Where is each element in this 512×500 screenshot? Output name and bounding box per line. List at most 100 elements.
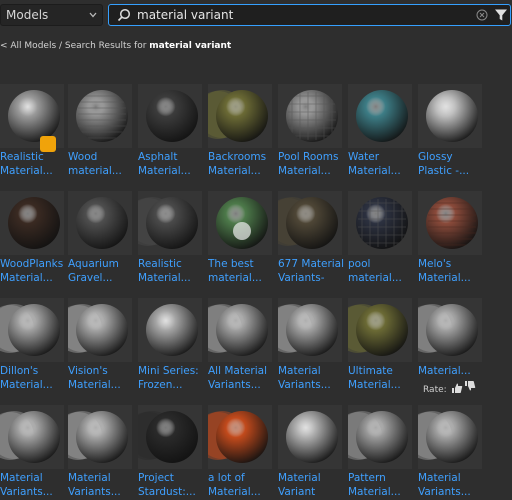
model-title-link[interactable]: Material... [418, 365, 486, 379]
model-thumbnail[interactable] [348, 191, 412, 255]
model-title-line-2: Material... [418, 271, 471, 284]
model-thumbnail[interactable] [138, 84, 202, 148]
model-title-link[interactable]: Pattern Material... [348, 472, 416, 499]
model-title-link[interactable]: Aquarium Gravel... [68, 258, 136, 285]
model-title-link[interactable]: Realistic Material... [0, 151, 68, 178]
model-title-link[interactable]: Asphalt Material... [138, 151, 206, 178]
model-card[interactable]: a lot of Material... [208, 405, 272, 500]
rate-label: Rate: [423, 385, 447, 395]
model-thumbnail[interactable] [138, 191, 202, 255]
model-title-link[interactable]: pool material... [348, 258, 416, 285]
model-title-link[interactable]: 677 Material Variants- [278, 258, 346, 285]
model-card[interactable]: Realistic Material... [138, 191, 202, 291]
material-sphere-image [208, 411, 268, 463]
model-thumbnail[interactable] [418, 191, 482, 255]
model-card[interactable]: 677 Material Variants- [278, 191, 344, 291]
model-card[interactable]: Material Variants... [68, 405, 132, 500]
model-card[interactable]: Wood material... [68, 84, 132, 184]
model-card[interactable]: Melo's Material... [418, 191, 482, 291]
model-thumbnail[interactable] [278, 191, 342, 255]
model-thumbnail[interactable] [68, 405, 132, 469]
material-sphere-image [348, 411, 408, 463]
model-card[interactable]: Material Variants... [418, 405, 482, 500]
model-title-link[interactable]: Water Material... [348, 151, 416, 178]
model-title-link[interactable]: Mini Series: Frozen... [138, 365, 206, 392]
model-title-link[interactable]: Melo's Material... [418, 258, 486, 285]
model-card[interactable]: Material Variants... [278, 298, 342, 398]
model-thumbnail[interactable] [278, 405, 342, 469]
model-title-link[interactable]: Dillon's Material... [0, 365, 68, 392]
model-thumbnail[interactable] [68, 298, 132, 362]
material-sphere-image [348, 304, 408, 356]
thumbs-up-icon[interactable] [451, 382, 463, 394]
model-title-link[interactable]: The best material... [208, 258, 276, 285]
model-card[interactable]: Material Variant [278, 405, 342, 500]
model-title-link[interactable]: a lot of Material... [208, 472, 276, 499]
model-title-line-1: Backrooms [208, 151, 267, 163]
model-title-link[interactable]: Material Variants... [68, 472, 136, 499]
thumbs-down-icon[interactable] [464, 380, 476, 392]
model-title-line-1: Mini Series: [138, 365, 199, 377]
model-thumbnail[interactable] [418, 84, 482, 148]
model-card[interactable]: pool material... [348, 191, 412, 291]
model-card[interactable]: Pattern Material... [348, 405, 412, 500]
model-card[interactable]: The best material... [208, 191, 272, 291]
model-title-link[interactable]: Material Variants... [0, 472, 68, 499]
model-thumbnail[interactable] [348, 405, 412, 469]
model-thumbnail[interactable] [208, 84, 272, 148]
model-title-link[interactable]: Material Variants... [418, 472, 486, 499]
model-thumbnail[interactable] [348, 84, 412, 148]
model-title-link[interactable]: WoodPlanks Material... [0, 258, 68, 285]
model-title-link[interactable]: Realistic Material... [138, 258, 206, 285]
model-card[interactable]: Backrooms Material... [208, 84, 272, 184]
model-thumbnail[interactable] [0, 191, 64, 255]
model-title-link[interactable]: Project Stardust:... [138, 472, 206, 499]
model-title-line-2: Gravel... [68, 271, 113, 284]
model-card[interactable]: WoodPlanks Material... [0, 191, 64, 291]
model-thumbnail[interactable] [418, 405, 482, 469]
model-thumbnail[interactable] [418, 298, 482, 362]
model-title-link[interactable]: Pool Rooms Material... [278, 151, 346, 178]
model-thumbnail[interactable] [138, 405, 202, 469]
model-thumbnail[interactable] [278, 84, 342, 148]
model-title-line-2: Material... [0, 378, 53, 391]
model-title-line-2: Variants... [418, 485, 471, 498]
model-card[interactable]: Glossy Plastic -... [418, 84, 482, 184]
model-card[interactable]: Dillon's Material... [0, 298, 64, 398]
model-title-line-1: Pattern [348, 472, 386, 484]
model-thumbnail[interactable] [68, 84, 132, 148]
model-title-link[interactable]: Ultimate Material... [348, 365, 416, 392]
model-title-line-1: 677 Material [278, 258, 345, 270]
model-thumbnail[interactable] [0, 405, 64, 469]
model-thumbnail[interactable] [208, 298, 272, 362]
model-title-link[interactable]: Wood material... [68, 151, 136, 178]
model-card[interactable]: Pool Rooms Material... [278, 84, 342, 184]
model-thumbnail[interactable] [0, 298, 64, 362]
model-card[interactable]: Asphalt Material... [138, 84, 202, 184]
model-card[interactable]: Vision's Material... [68, 298, 132, 398]
model-card[interactable]: Aquarium Gravel... [68, 191, 132, 291]
model-title-line-2: Material... [348, 164, 401, 177]
model-card[interactable]: Mini Series: Frozen... [138, 298, 202, 398]
model-title-link[interactable]: All Material Variants... [208, 365, 276, 392]
model-title-link[interactable]: Glossy Plastic -... [418, 151, 486, 178]
model-title-link[interactable]: Backrooms Material... [208, 151, 276, 178]
model-card[interactable]: Realistic Material... [0, 84, 64, 184]
model-title-link[interactable]: Material Variant [278, 472, 346, 499]
model-title-line-1: Material [278, 472, 321, 484]
model-card[interactable]: Water Material... [348, 84, 412, 184]
material-sphere-image [76, 197, 128, 249]
model-card[interactable]: All Material Variants... [208, 298, 272, 398]
model-thumbnail[interactable] [208, 191, 272, 255]
model-card[interactable]: Ultimate Material... [348, 298, 412, 398]
model-title-link[interactable]: Vision's Material... [68, 365, 136, 392]
model-card[interactable]: Material Variants... [0, 405, 64, 500]
model-thumbnail[interactable] [348, 298, 412, 362]
model-thumbnail[interactable] [208, 405, 272, 469]
model-thumbnail[interactable] [138, 298, 202, 362]
model-card[interactable]: Project Stardust:... [138, 405, 202, 500]
model-thumbnail[interactable] [68, 191, 132, 255]
model-thumbnail[interactable] [278, 298, 342, 362]
model-card[interactable]: Material... Rate: [418, 298, 482, 398]
model-title-link[interactable]: Material Variants... [278, 365, 346, 392]
